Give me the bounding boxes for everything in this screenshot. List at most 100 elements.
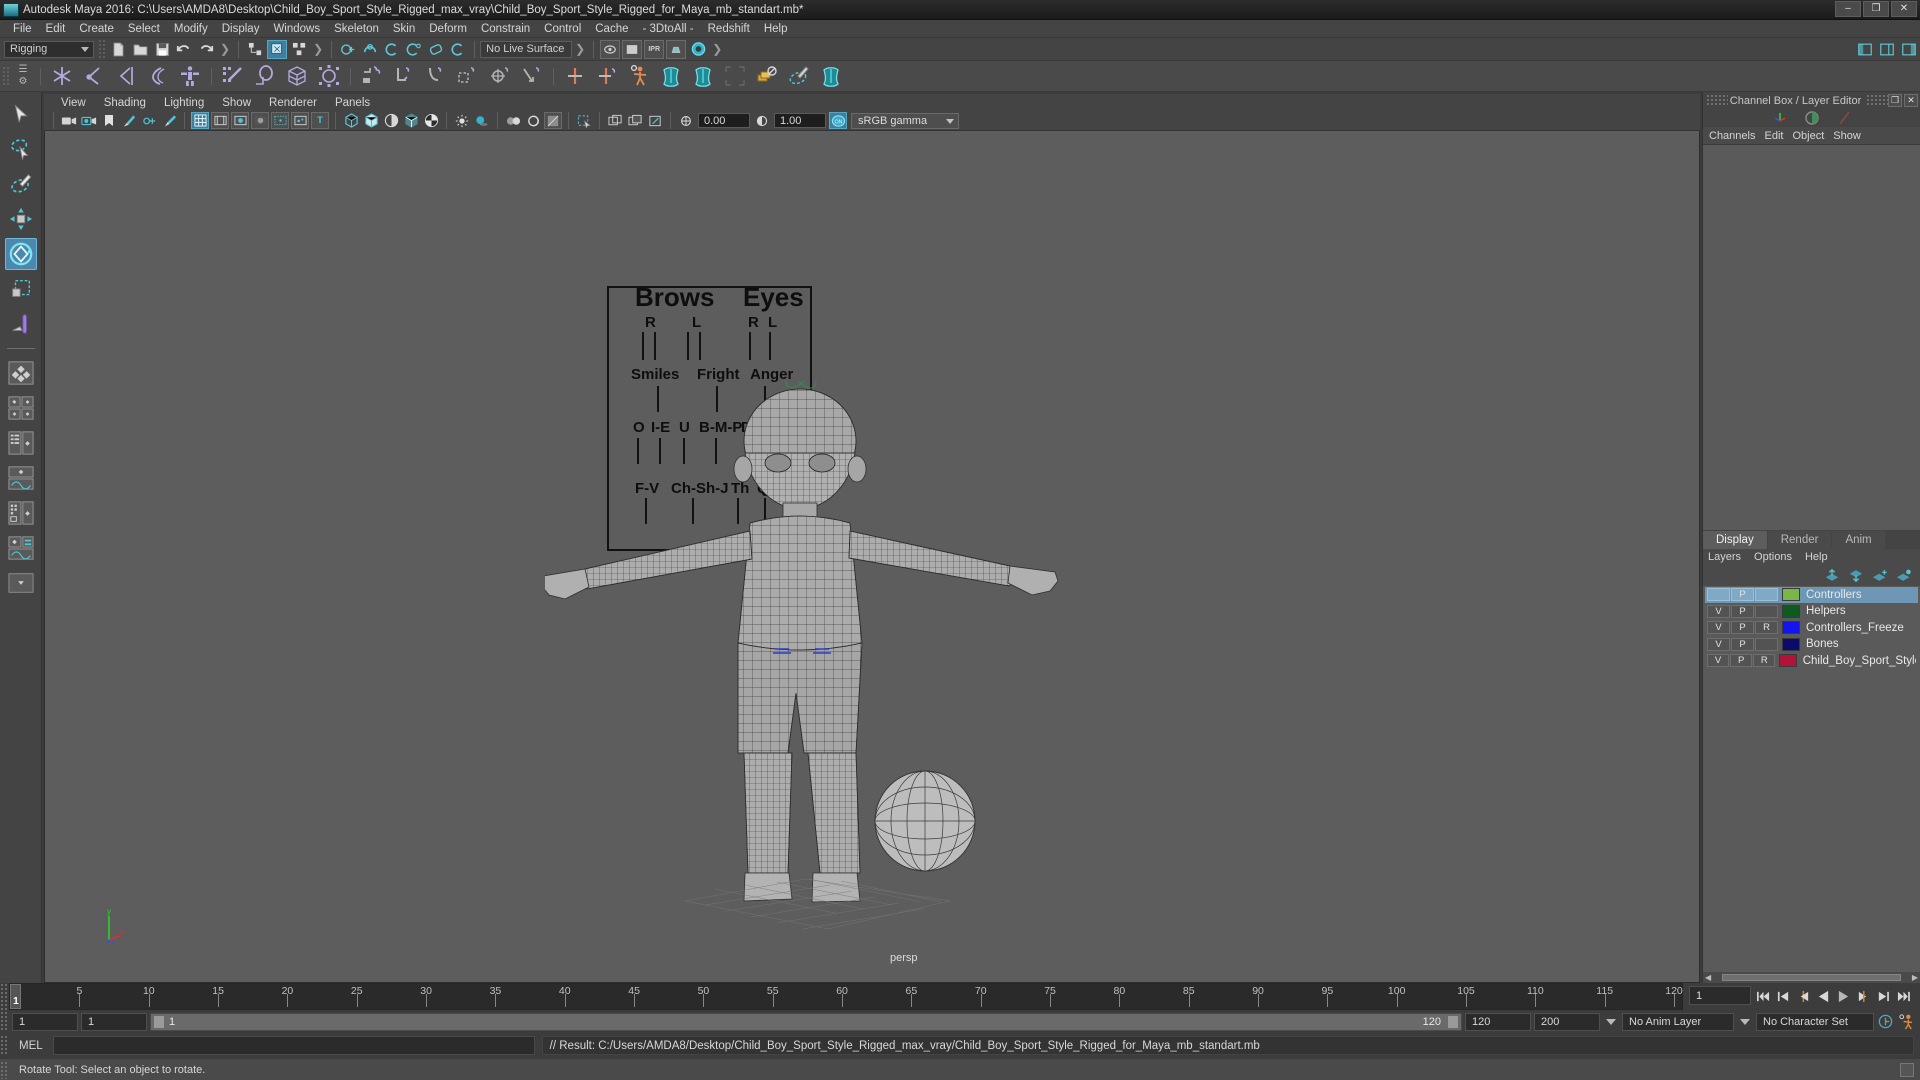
redo-icon[interactable] <box>196 40 216 59</box>
mirror-joint-icon[interactable] <box>143 62 173 90</box>
ik-spline-handle-icon[interactable] <box>111 62 141 90</box>
scroll-left-icon[interactable]: ◀ <box>1705 973 1711 982</box>
layer-playback-toggle[interactable]: P <box>1731 588 1754 602</box>
scale-tool[interactable] <box>5 273 37 305</box>
layer-color-swatch[interactable] <box>1782 621 1800 635</box>
menu-edit[interactable]: Edit <box>39 20 73 38</box>
viewport-menu-shading[interactable]: Shading <box>95 97 155 109</box>
menu-3dtoall[interactable]: - 3DtoAll - <box>636 20 701 38</box>
joint-tool-icon[interactable] <box>47 62 77 90</box>
persp-render-layout[interactable] <box>5 497 37 529</box>
2d-pan-zoom-icon[interactable] <box>120 112 138 129</box>
grid-toggle-icon[interactable] <box>191 112 209 129</box>
range-start-handle[interactable] <box>153 1014 165 1029</box>
close-panel-button[interactable]: ✕ <box>1904 94 1918 107</box>
layer-visibility-toggle[interactable]: V <box>1707 654 1730 668</box>
shadows-icon[interactable] <box>473 112 491 129</box>
live-surface-field[interactable]: No Live Surface <box>480 40 573 58</box>
snap-to-point-icon[interactable] <box>382 40 402 59</box>
menu-select[interactable]: Select <box>121 20 167 38</box>
viewport-menu-view[interactable]: View <box>52 97 95 109</box>
film-origin-icon[interactable] <box>271 112 289 129</box>
sidebar-toggle-layers-icon[interactable] <box>1877 40 1897 59</box>
human-ik-icon[interactable] <box>624 62 654 90</box>
channel-menu-show[interactable]: Show <box>1833 130 1870 142</box>
step-forward-frame-icon[interactable] <box>1875 987 1892 1007</box>
layer-visibility-toggle[interactable] <box>1707 588 1730 602</box>
range-drag-handle[interactable] <box>0 1011 9 1032</box>
shelf-tab-menu[interactable]: ☰ ⚙ <box>11 61 35 91</box>
minimize-button[interactable]: – <box>1835 0 1861 17</box>
wireframe-on-shaded-icon[interactable] <box>402 112 420 129</box>
menu-skeleton[interactable]: Skeleton <box>327 20 386 38</box>
new-layer-icon[interactable] <box>1872 569 1888 582</box>
last-tool-used[interactable] <box>5 308 37 340</box>
script-language-label[interactable]: MEL <box>9 1040 53 1052</box>
viewport-menu-show[interactable]: Show <box>213 97 260 109</box>
play-forwards-icon[interactable] <box>1835 987 1852 1007</box>
orient-constraint-icon[interactable] <box>421 62 451 90</box>
channel-menu-channels[interactable]: Channels <box>1709 130 1764 142</box>
layer-visibility-toggle[interactable]: V <box>1707 621 1730 635</box>
locator-link-icon[interactable] <box>592 62 622 90</box>
time-slider-track[interactable]: 1 5 10 15 20 25 30 35 40 45 50 55 60 65 70 75 80 85 90 95 1… <box>9 983 1683 1010</box>
aim-constraint-icon[interactable] <box>485 62 515 90</box>
rotate-tool[interactable] <box>4 238 37 270</box>
image-plane-icon[interactable] <box>100 112 118 129</box>
toolbar-expand-arrow-3[interactable]: ❯ <box>575 42 585 56</box>
persp-hypershade-layout[interactable] <box>5 462 37 494</box>
menu-modify[interactable]: Modify <box>167 20 215 38</box>
layer-row[interactable]: V P R Controllers_Freeze <box>1705 620 1918 637</box>
current-frame-field[interactable]: 1 <box>1689 986 1751 1005</box>
hypershade-icon[interactable] <box>688 40 708 59</box>
layer-menu-options[interactable]: Options <box>1754 551 1805 563</box>
blendshape-icon[interactable] <box>816 62 846 90</box>
layer-name[interactable]: Bones <box>1806 638 1839 650</box>
render-view-icon[interactable] <box>600 39 621 59</box>
command-input[interactable] <box>52 1036 535 1055</box>
four-view-layout[interactable] <box>5 357 37 389</box>
bind-skin-icon[interactable] <box>218 62 248 90</box>
help-line-icon[interactable] <box>1900 1062 1914 1077</box>
cluster2-icon[interactable] <box>688 62 718 90</box>
layer-playback-toggle[interactable]: P <box>1731 621 1754 635</box>
paint-select-tool[interactable] <box>5 168 37 200</box>
shelf-drag-handle[interactable] <box>2 65 11 87</box>
menu-set-dropdown[interactable]: Rigging <box>4 40 94 58</box>
layer-name[interactable]: Controllers_Freeze <box>1806 622 1904 634</box>
step-forward-key-icon[interactable] <box>1855 987 1872 1007</box>
layer-color-swatch[interactable] <box>1782 588 1800 602</box>
layer-playback-toggle[interactable]: P <box>1731 637 1754 651</box>
tab-display[interactable]: Display <box>1703 530 1767 549</box>
exposure-icon[interactable] <box>677 112 695 129</box>
layer-menu-help[interactable]: Help <box>1805 551 1841 563</box>
attribute-editor-icon[interactable] <box>1803 110 1821 126</box>
layer-row[interactable]: V P R Child_Boy_Sport_Style <box>1705 653 1918 670</box>
go-to-end-icon[interactable] <box>1895 987 1912 1007</box>
sidebar-toggle-channelbox-icon[interactable] <box>1855 40 1875 59</box>
scrollbar-thumb[interactable] <box>1722 974 1901 981</box>
render-region-icon[interactable] <box>622 39 643 59</box>
menu-constrain[interactable]: Constrain <box>474 20 537 38</box>
color-management-toggle-icon[interactable]: ON <box>829 112 847 129</box>
layer-name[interactable]: Controllers <box>1806 589 1862 601</box>
menu-file[interactable]: File <box>6 20 39 38</box>
anim-end-time-field[interactable]: 200 <box>1534 1012 1600 1031</box>
move-layer-down-icon[interactable] <box>1848 569 1864 582</box>
range-start-time-field[interactable]: 1 <box>81 1012 147 1031</box>
texture-display-icon[interactable] <box>422 112 440 129</box>
layer-reference-toggle[interactable]: R <box>1753 654 1776 668</box>
viewport-menu-renderer[interactable]: Renderer <box>260 97 326 109</box>
select-tool[interactable] <box>5 98 37 130</box>
menu-windows[interactable]: Windows <box>266 20 327 38</box>
toolbar-expand-arrow-2[interactable]: ❯ <box>313 42 323 56</box>
panel-drag-handle[interactable] <box>1706 94 1728 107</box>
layer-name[interactable]: Helpers <box>1806 605 1846 617</box>
locator-icon[interactable] <box>560 62 590 90</box>
animation-preferences-icon[interactable] <box>1897 1012 1914 1032</box>
menu-cache[interactable]: Cache <box>588 20 635 38</box>
perspective-viewport[interactable]: Brows Eyes R L R L Smiles Fright Anger O… <box>44 131 1700 983</box>
safe-action-icon[interactable] <box>291 112 309 129</box>
duplicate-special-icon[interactable] <box>752 62 782 90</box>
select-object-icon[interactable] <box>267 39 288 59</box>
